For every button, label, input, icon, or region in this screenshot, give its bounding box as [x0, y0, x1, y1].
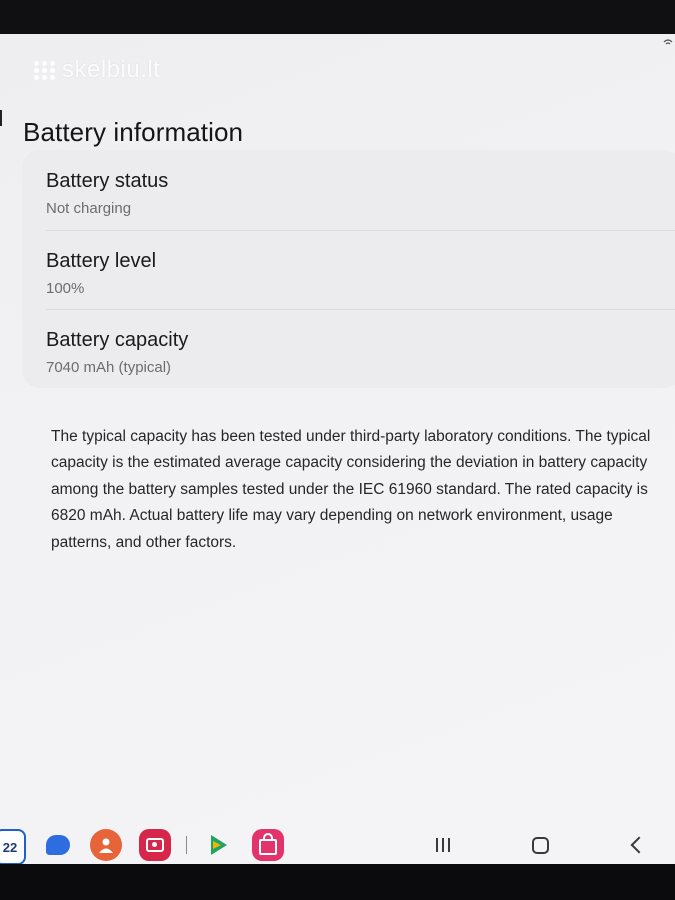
recent-apps-icon[interactable] [428, 830, 458, 860]
settings-screen: skelbiu.lt Battery information Battery s… [0, 34, 675, 864]
capacity-description: The typical capacity has been tested und… [51, 427, 651, 551]
contacts-icon[interactable] [90, 829, 122, 861]
divider [46, 309, 675, 310]
messages-icon[interactable] [42, 829, 74, 861]
back-icon[interactable] [622, 830, 652, 860]
back-arrow-icon[interactable] [0, 110, 8, 126]
wifi-icon [663, 38, 673, 48]
page-title: Battery information [23, 117, 244, 148]
play-store-icon[interactable] [203, 829, 235, 861]
battery-capacity-label: Battery capacity [46, 329, 189, 351]
battery-capacity-value: 7040 mAh (typical) [46, 359, 172, 376]
watermark-logo-icon [34, 60, 56, 80]
battery-level-row: Battery level 100% [46, 250, 675, 329]
galaxy-store-icon[interactable] [252, 829, 284, 861]
watermark-text: skelbiu.lt [62, 56, 161, 83]
battery-level-label: Battery level [46, 250, 157, 272]
taskbar: 22 [0, 824, 675, 864]
battery-capacity-row: Battery capacity 7040 mAh (typical) [46, 329, 675, 408]
device-bezel-bottom [0, 864, 675, 900]
home-icon[interactable] [525, 830, 555, 860]
divider [46, 230, 675, 231]
device-bezel-top [0, 0, 675, 34]
watermark: skelbiu.lt [34, 56, 160, 84]
battery-level-value: 100% [46, 280, 85, 297]
battery-status-value: Not charging [46, 200, 132, 217]
taskbar-separator [186, 836, 187, 854]
camera-icon[interactable] [139, 829, 171, 861]
battery-status-label: Battery status [46, 170, 169, 192]
calendar-icon[interactable]: 22 [0, 829, 26, 864]
battery-info-card: Battery status Not charging Battery leve… [22, 150, 675, 388]
battery-status-row: Battery status Not charging [46, 170, 675, 249]
calendar-day: 22 [2, 839, 18, 855]
